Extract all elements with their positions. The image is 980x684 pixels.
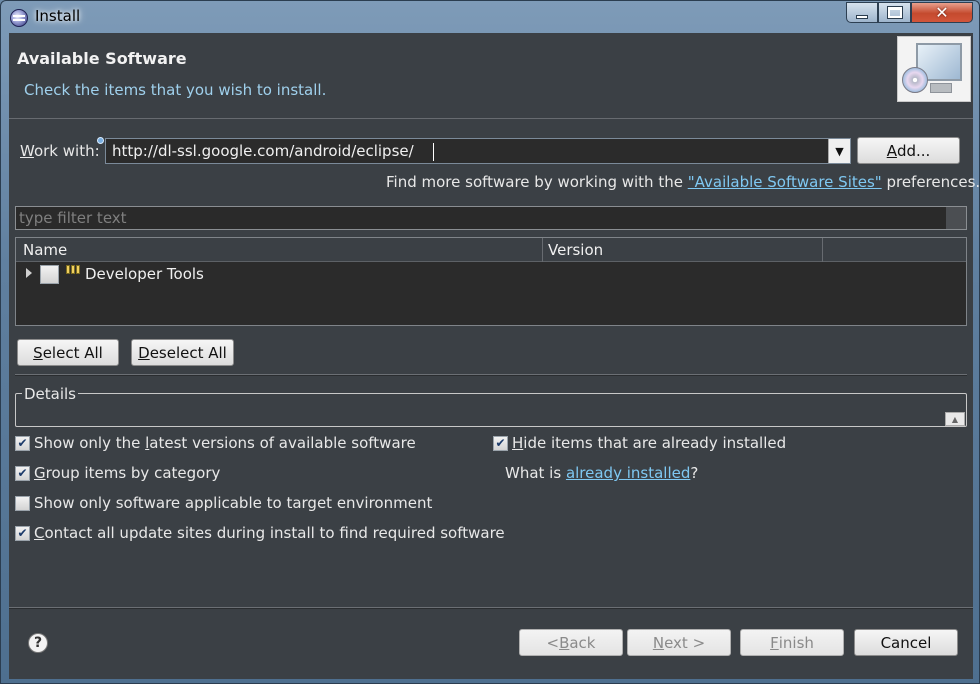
minimize-icon — [856, 14, 868, 19]
dropdown-arrow-icon[interactable]: ▼ — [828, 139, 850, 163]
back-button[interactable]: < Back — [519, 629, 623, 656]
row-name: Developer Tools — [85, 265, 204, 283]
close-icon: ✕ — [935, 3, 949, 22]
cd-disc — [902, 67, 928, 93]
filter-input[interactable] — [16, 207, 936, 229]
monitor-stand — [930, 83, 952, 93]
select-all-button[interactable]: Select All — [17, 339, 119, 366]
close-button[interactable]: ✕ — [911, 2, 973, 23]
page-description: Check the items that you wish to install… — [24, 81, 327, 99]
text-caret — [433, 143, 434, 161]
option-contact-update-sites[interactable]: ✔ Contact all update sites during instal… — [15, 523, 505, 543]
eclipse-icon — [10, 9, 28, 27]
already-installed-hint: What is already installed? — [505, 464, 699, 482]
title-bar[interactable]: Install ✕ — [1, 1, 979, 33]
option-latest-versions[interactable]: ✔ Show only the latest versions of avail… — [15, 433, 416, 453]
row-checkbox[interactable] — [40, 265, 59, 284]
checkbox-checked[interactable]: ✔ — [15, 435, 30, 451]
option-target-environment[interactable]: Show only software applicable to target … — [15, 493, 432, 513]
checkbox-unchecked[interactable] — [15, 495, 30, 511]
next-button[interactable]: Next > — [627, 629, 731, 656]
minimize-button[interactable] — [846, 2, 878, 23]
wizard-header: Available Software Check the items that … — [9, 33, 973, 119]
software-table: Name Version Developer Tools — [15, 237, 967, 326]
monitor-cd-icon — [897, 36, 971, 102]
filter-field[interactable] — [15, 206, 967, 230]
add-button[interactable]: Add... — [857, 137, 960, 164]
info-icon — [97, 137, 104, 144]
column-separator[interactable] — [822, 238, 823, 262]
column-header-version[interactable]: Version — [548, 241, 603, 259]
deselect-all-button[interactable]: Deselect All — [131, 339, 234, 366]
details-label: Details — [22, 385, 79, 403]
checkbox-checked[interactable]: ✔ — [15, 525, 30, 541]
work-with-value: http://dl-ssl.google.com/android/eclipse… — [112, 142, 414, 160]
details-group: Details ▲ — [15, 385, 967, 427]
available-software-sites-link[interactable]: "Available Software Sites" — [688, 173, 882, 191]
table-row[interactable]: Developer Tools — [16, 263, 966, 287]
checkbox-checked[interactable]: ✔ — [15, 465, 30, 481]
column-separator[interactable] — [542, 238, 543, 262]
filter-clear-area[interactable] — [946, 207, 966, 229]
divider — [15, 374, 967, 376]
finish-button[interactable]: Finish — [740, 629, 844, 656]
work-with-label: Work with: — [20, 142, 100, 160]
checkbox-checked[interactable]: ✔ — [493, 435, 508, 451]
install-window: Install ✕ Available Software Check the i… — [0, 0, 980, 684]
already-installed-link[interactable]: already installed — [566, 464, 690, 482]
cancel-button[interactable]: Cancel — [854, 629, 958, 656]
expand-arrow-icon[interactable] — [26, 268, 32, 278]
maximize-button[interactable] — [878, 2, 911, 23]
category-icon — [66, 265, 80, 274]
work-with-combo[interactable]: http://dl-ssl.google.com/android/eclipse… — [105, 138, 851, 164]
maximize-icon — [886, 6, 903, 19]
help-icon[interactable]: ? — [28, 633, 48, 653]
footer-divider — [9, 607, 973, 609]
scroll-up-icon[interactable]: ▲ — [945, 412, 965, 426]
dialog-client-area: Available Software Check the items that … — [9, 33, 980, 679]
column-header-name[interactable]: Name — [23, 241, 67, 259]
option-hide-installed[interactable]: ✔ Hide items that are already installed — [493, 433, 786, 453]
sites-hint: Find more software by working with the "… — [386, 173, 980, 191]
table-header: Name Version — [16, 238, 966, 262]
option-group-by-category[interactable]: ✔ Group items by category — [15, 463, 220, 483]
page-title: Available Software — [17, 49, 187, 68]
window-title: Install — [35, 7, 81, 25]
